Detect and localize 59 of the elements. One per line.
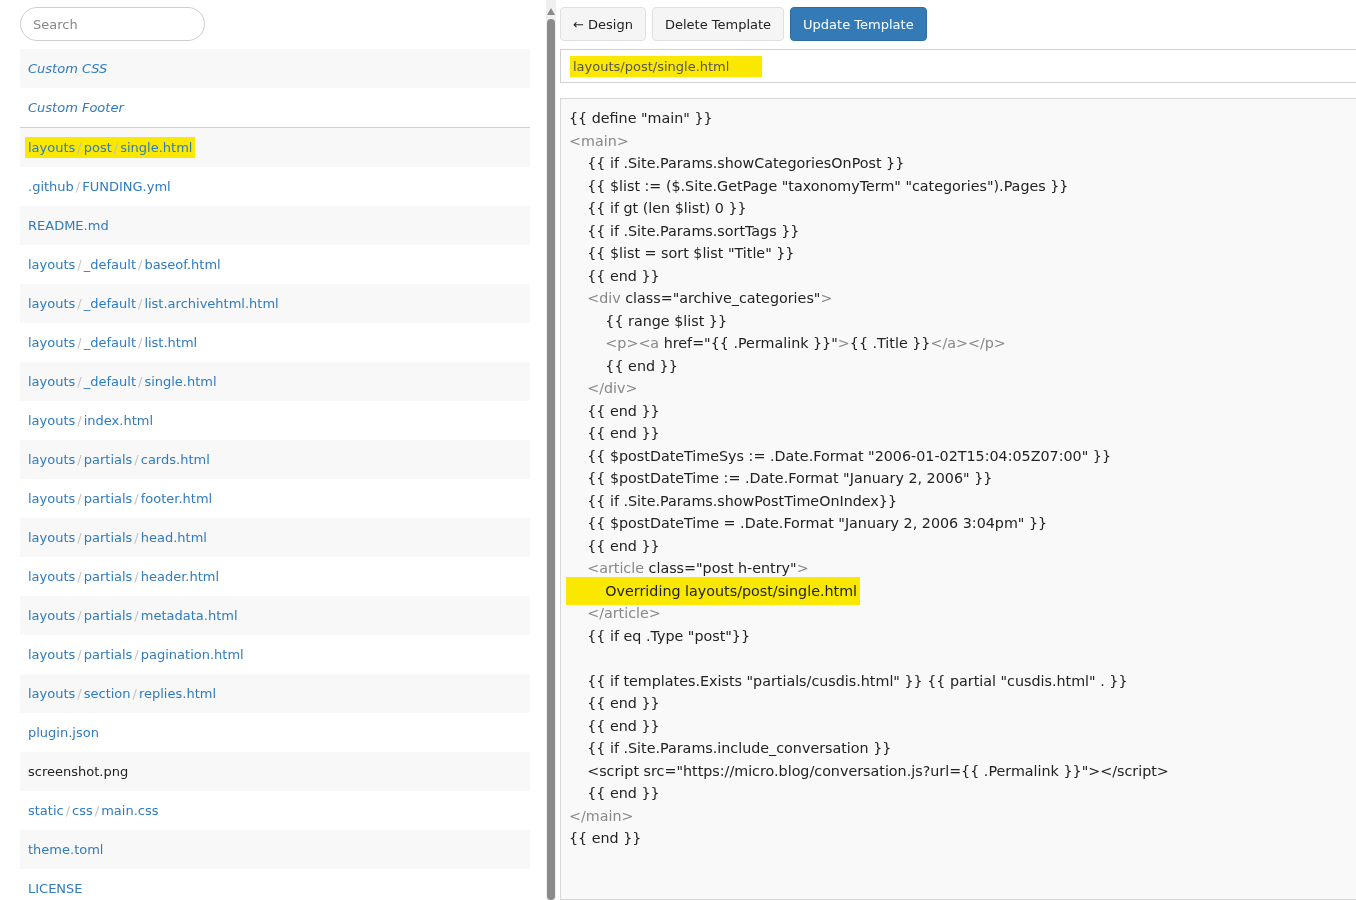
code-line: {{ end }} (586, 784, 660, 803)
file-link[interactable]: layouts/_default/single.html (20, 362, 530, 401)
file-link[interactable]: layouts/partials/cards.html (20, 440, 530, 479)
code-line: {{ end }} (604, 356, 678, 376)
file-link[interactable]: .github/FUNDING.yml (20, 167, 530, 206)
code-line: {{ end }} (586, 401, 660, 421)
list-item[interactable]: Custom CSS (20, 49, 530, 88)
toolbar-button[interactable]: Delete Template (651, 7, 785, 41)
code-line: {{ end }} (569, 829, 642, 848)
code-line: {{ if .Site.Params.showPostTimeOnIndex}} (586, 491, 898, 511)
code-line: {{ if .Site.Params.showCategoriesOnPost }} (586, 154, 905, 173)
file-link[interactable]: layouts/partials/pagination.html (20, 635, 530, 674)
code-line: <article class="post h-entry"> (586, 559, 809, 578)
file-link[interactable]: LICENSE (20, 869, 530, 900)
file-link[interactable]: layouts/partials/footer.html (20, 479, 530, 518)
list-item[interactable]: Custom Footer (20, 88, 530, 127)
file-link[interactable]: README.md (20, 206, 530, 245)
file-link[interactable]: layouts/section/replies.html (20, 674, 530, 713)
file-link[interactable]: layouts/partials/metadata.html (20, 596, 530, 635)
code-line: {{ if gt (len $list) 0 }} (586, 199, 747, 218)
file-link[interactable]: screenshot.png (20, 752, 530, 791)
file-link[interactable]: plugin.json (20, 713, 530, 752)
code-line: {{ $postDateTime := .Date.Format "January 2, 2006" }} (586, 469, 993, 488)
code-line: </article> (586, 604, 661, 623)
file-link[interactable]: layouts/partials/header.html (20, 557, 530, 596)
file-link[interactable]: layouts/partials/head.html (20, 518, 530, 557)
file-link[interactable]: layouts/_default/baseof.html (20, 245, 530, 284)
code-line: {{ end }} (586, 536, 660, 556)
code-line: <div class="archive_categories"> (586, 289, 833, 308)
file-link[interactable]: layouts/_default/list.html (20, 323, 530, 362)
code-line: {{ $postDateTime = .Date.Format "January 2, 2006 3:04pm" }} (586, 514, 1048, 533)
file-link[interactable]: static/css/main.css (20, 791, 530, 830)
file-link[interactable]: layouts/index.html (20, 401, 530, 440)
code-line: {{ $postDateTimeSys := .Date.Format "2006-01-02T15:04:05Z07:00" }} (586, 446, 1112, 466)
code-line: {{ $list := ($.Site.GetPage "taxonomyTerm" "categories").Pages }} (586, 176, 1069, 196)
search-field[interactable]: Search (20, 7, 205, 41)
file-link[interactable]: theme.toml (20, 830, 530, 869)
path-field[interactable]: layouts/post/single.html (560, 49, 1356, 83)
code-line: </main> (569, 806, 634, 826)
toolbar-button[interactable]: ← Design (560, 7, 646, 41)
file-link[interactable]: layouts/post/single.html (20, 128, 530, 167)
update-button[interactable]: Update Template (790, 7, 927, 41)
code-line: {{ if templates.Exists "partials/cusdis.html" }} {{ partial "cusdis.html" . }} (586, 671, 1128, 691)
code-line: <script src="https://micro.blog/conversation.js?url={{ .Permalink }}"></script> (586, 761, 1169, 781)
code-line: {{ end }} (586, 424, 660, 443)
code-line: {{ if .Site.Params.sortTags }} (586, 221, 800, 241)
code-line: {{ define "main" }} (569, 109, 713, 128)
code-line: <p><a href="{{ .Permalink }}">{{ .Title }}</a></p> (604, 334, 1006, 353)
code-line: {{ if eq .Type "post"}} (586, 626, 751, 646)
code-line: {{ range $list }} (604, 311, 728, 331)
code-line: {{ if .Site.Params.include_conversation }} (586, 739, 892, 758)
code-line: {{ end }} (586, 266, 660, 286)
code-line: </div> (586, 379, 638, 398)
code-line: {{ $list = sort $list "Title" }} (586, 244, 795, 263)
code-line: {{ end }} (586, 694, 660, 713)
code-line: <main> (569, 131, 629, 151)
code-editor[interactable] (560, 98, 1356, 900)
code-line: {{ end }} (586, 716, 660, 736)
file-link[interactable]: layouts/_default/list.archivehtml.html (20, 284, 530, 323)
